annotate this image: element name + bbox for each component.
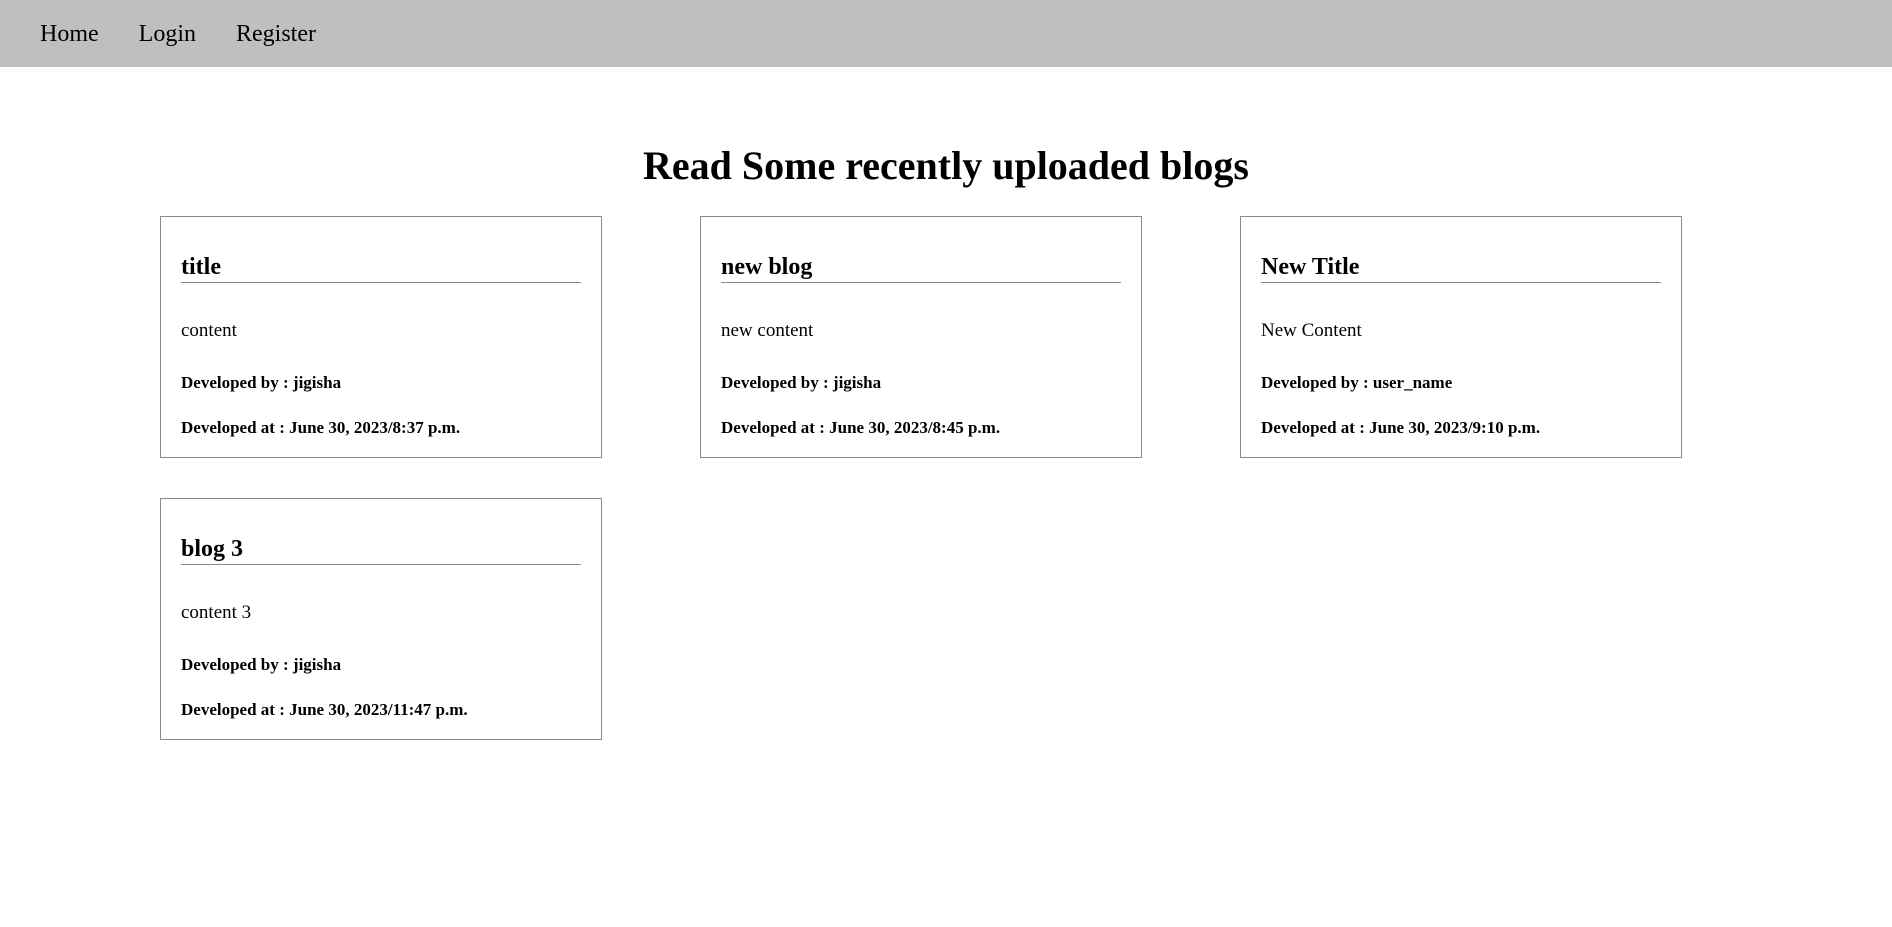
- nav-link-login[interactable]: Login: [139, 22, 196, 46]
- blog-content: new content: [721, 320, 814, 341]
- blog-title: blog 3: [181, 535, 581, 565]
- blog-author: Developed by : jigisha: [181, 373, 342, 392]
- blog-card: new blog new content Developed by : jigi…: [700, 216, 1142, 458]
- blog-author: Developed by : user_name: [1261, 373, 1453, 392]
- blog-title: New Title: [1261, 253, 1661, 283]
- blog-title: new blog: [721, 253, 1121, 283]
- nav-link-home[interactable]: Home: [40, 22, 99, 46]
- page-title: Read Some recently uploaded blogs: [643, 143, 1249, 188]
- blog-date: Developed at : June 30, 2023/9:10 p.m.: [1261, 418, 1541, 437]
- blog-author: Developed by : jigisha: [181, 655, 342, 674]
- top-navbar: Home Login Register: [0, 0, 1892, 67]
- nav-link-register[interactable]: Register: [236, 22, 316, 46]
- blog-card: New Title New Content Developed by : use…: [1240, 216, 1682, 458]
- blog-date: Developed at : June 30, 2023/8:45 p.m.: [721, 418, 1001, 437]
- blog-date: Developed at : June 30, 2023/11:47 p.m.: [181, 700, 468, 719]
- blog-content: New Content: [1261, 320, 1362, 341]
- blog-date: Developed at : June 30, 2023/8:37 p.m.: [181, 418, 461, 437]
- blog-title: title: [181, 253, 581, 283]
- blog-card: blog 3 content 3 Developed by : jigisha …: [160, 498, 602, 740]
- blog-content: content 3: [181, 602, 252, 623]
- blog-content: content: [181, 320, 237, 341]
- blog-author: Developed by : jigisha: [721, 373, 882, 392]
- blog-card: title content Developed by : jigisha Dev…: [160, 216, 602, 458]
- blog-grid: title content Developed by : jigisha Dev…: [160, 216, 1682, 740]
